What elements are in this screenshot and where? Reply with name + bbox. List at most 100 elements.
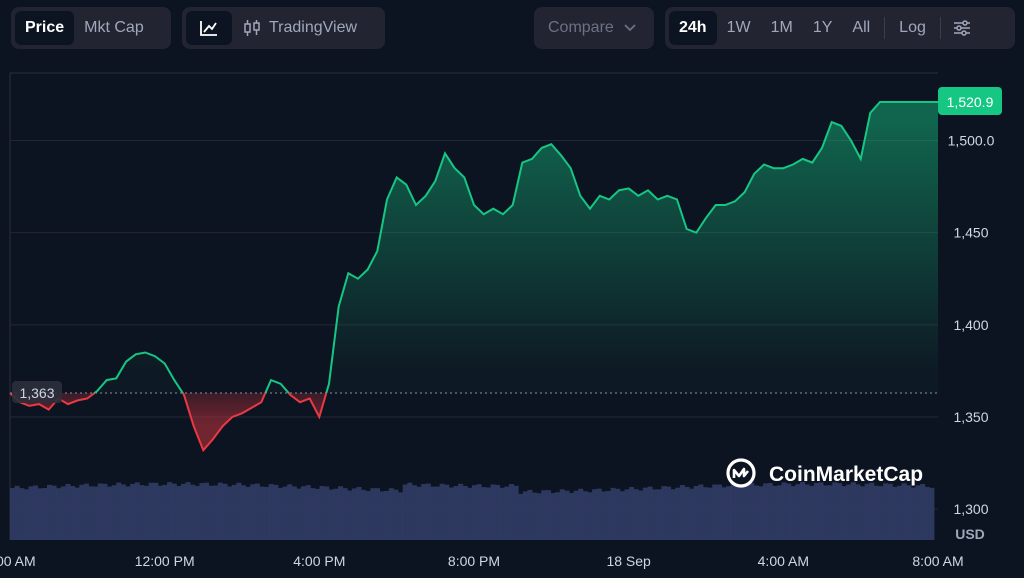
volume-bar xyxy=(74,487,80,540)
volume-bar xyxy=(296,488,302,540)
volume-bar xyxy=(564,490,570,540)
volume-bar xyxy=(199,483,205,540)
volume-bar xyxy=(236,482,242,540)
volume-bar xyxy=(324,486,330,540)
volume-bar xyxy=(411,485,417,540)
volume-bar xyxy=(721,487,727,540)
volume-bar xyxy=(10,488,16,540)
volume-bar xyxy=(735,484,741,540)
y-tick-label: 1,350 xyxy=(953,409,988,425)
volume-bar xyxy=(550,493,556,540)
volume-bar xyxy=(167,482,173,540)
volume-bar xyxy=(541,490,547,540)
volume-bar xyxy=(873,485,879,540)
volume-bar xyxy=(656,489,662,540)
volume-bar xyxy=(712,484,718,540)
volume-bar xyxy=(569,492,575,540)
volume-bar xyxy=(388,488,394,540)
volume-bar xyxy=(897,485,903,540)
volume-bar xyxy=(393,489,399,540)
price-chart[interactable]: 1,300 1,350 1,400 1,450 1,500.0 8:00 AM 12:00… xyxy=(0,0,1024,578)
y-axis: 1,300 1,350 1,400 1,450 1,500.0 xyxy=(948,133,995,518)
volume-bar xyxy=(23,489,29,540)
volume-bar xyxy=(864,483,870,540)
volume-bar xyxy=(527,489,533,540)
volume-bar xyxy=(162,484,168,540)
volume-bar xyxy=(578,488,584,540)
volume-bar xyxy=(139,485,145,540)
volume-bar xyxy=(402,484,408,540)
volume-bar xyxy=(804,484,810,540)
volume-bar xyxy=(693,485,699,540)
volume-bar xyxy=(254,483,260,540)
volume-bar xyxy=(587,492,593,540)
baseline-badge: 1,363 xyxy=(12,381,62,404)
volume-bar xyxy=(157,485,163,540)
volume-bar xyxy=(148,482,154,540)
volume-bar xyxy=(250,484,256,540)
volume-bar xyxy=(351,488,357,540)
volume-bar xyxy=(818,482,824,540)
volume-bar xyxy=(781,482,787,540)
volume-bar xyxy=(629,487,635,540)
volume-bar xyxy=(130,483,136,540)
volume-bar xyxy=(592,489,598,540)
volume-bar xyxy=(51,485,57,540)
volume-bar xyxy=(827,485,833,540)
volume-bar xyxy=(333,488,339,540)
volume-bar xyxy=(929,487,935,540)
volume-bar xyxy=(860,486,866,540)
volume-bar xyxy=(850,482,856,540)
volume-bar xyxy=(185,482,191,540)
volume-bar xyxy=(259,486,265,540)
volume-bar xyxy=(37,488,43,540)
volume-bar xyxy=(601,491,607,540)
volume-bar xyxy=(374,488,380,540)
x-tick-label: 4:00 PM xyxy=(293,553,345,569)
volume-bar xyxy=(217,482,223,540)
volume-bar xyxy=(707,487,713,540)
volume-bar xyxy=(134,482,140,540)
current-price-value: 1,520.9 xyxy=(947,94,994,110)
volume-bar xyxy=(384,490,390,540)
baseline-value: 1,363 xyxy=(19,385,54,401)
y-tick-label: 1,400 xyxy=(953,317,988,333)
y-tick-label: 1,450 xyxy=(953,225,988,241)
volume-bar xyxy=(744,484,750,540)
volume-bar xyxy=(116,482,122,540)
volume-bar xyxy=(347,490,353,540)
volume-bar xyxy=(83,483,89,540)
x-axis: 8:00 AM 12:00 PM 4:00 PM 8:00 PM 18 Sep 4:00 … xyxy=(0,553,964,569)
volume-bar xyxy=(245,486,251,540)
x-tick-label: 8:00 AM xyxy=(0,553,36,569)
volume-bar xyxy=(832,482,838,540)
volume-bar xyxy=(675,487,681,540)
volume-bar xyxy=(767,483,773,540)
volume-bar xyxy=(204,482,210,540)
x-tick-label: 18 Sep xyxy=(606,553,651,569)
volume-bar xyxy=(14,485,20,540)
volume-bar xyxy=(365,491,371,540)
volume-bar xyxy=(125,486,131,540)
volume-bar xyxy=(476,484,482,540)
volume-bar xyxy=(97,483,103,540)
volume-bar xyxy=(901,483,907,540)
volume-bar xyxy=(532,492,538,540)
volume-bar xyxy=(264,486,270,540)
volume-bar xyxy=(638,490,644,540)
volume-bar xyxy=(19,488,25,540)
volume-bars xyxy=(10,482,935,540)
volume-bar xyxy=(615,488,621,540)
volume-bar xyxy=(448,487,454,540)
volume-bar xyxy=(652,489,658,540)
volume-bar xyxy=(582,491,588,540)
volume-bar xyxy=(60,486,66,540)
y-tick-label: 1,300 xyxy=(953,501,988,517)
volume-bar xyxy=(435,486,441,540)
volume-bar xyxy=(282,486,288,540)
volume-bar xyxy=(453,486,459,540)
volume-bar xyxy=(647,486,653,540)
volume-bar xyxy=(633,489,639,540)
volume-bar xyxy=(102,483,108,540)
volume-bar xyxy=(33,485,39,540)
